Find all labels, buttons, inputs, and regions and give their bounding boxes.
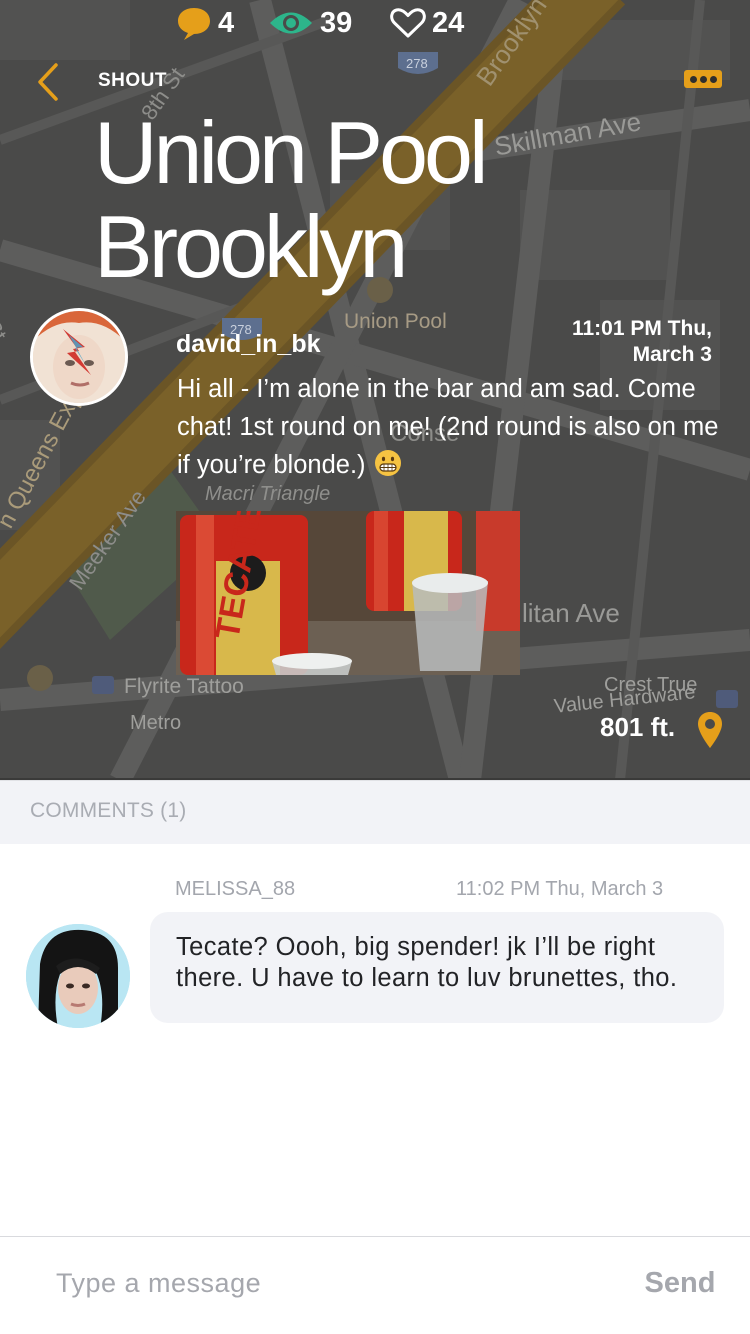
map-label: litan Ave: [522, 598, 620, 628]
send-button[interactable]: Send: [630, 1267, 730, 1300]
venue-title: Union Pool Brooklyn: [94, 106, 614, 294]
heart-icon: [390, 8, 426, 38]
section-label: SHOUT: [98, 70, 167, 91]
route-shield-label: 278: [406, 56, 428, 71]
view-count-value: 39: [320, 6, 353, 39]
comment-timestamp: 11:02 PM Thu, March 3: [456, 878, 664, 900]
avatar-image: [26, 924, 130, 1028]
comment-bubble: Tecate? Oooh, big spender! jk I’ll be ri…: [150, 912, 724, 1023]
map-label: Macri Triangle: [205, 483, 331, 505]
comment-item: MELISSA_88 11:02 PM Thu, March 3 Tecate?…: [0, 844, 750, 1044]
comments-title: COMMENTS (1): [30, 799, 187, 822]
like-count-value: 24: [432, 6, 465, 39]
chevron-left-icon: [38, 63, 58, 101]
message-input[interactable]: [56, 1259, 596, 1307]
avatar-image: [33, 311, 125, 403]
map-label: Metro: [130, 712, 182, 734]
venue-title-line2: Brooklyn: [94, 197, 408, 296]
like-button[interactable]: 24: [390, 0, 464, 46]
comment-username[interactable]: MELISSA_88: [175, 878, 295, 901]
post-photo[interactable]: TECATE: [176, 511, 520, 675]
post-timestamp: 11:01 PM Thu, March 3: [571, 317, 712, 366]
view-count: 39: [268, 0, 352, 46]
comment-count[interactable]: 4: [176, 0, 234, 46]
post-text: Hi all - I’m alone in the bar and am sad…: [177, 375, 719, 479]
more-options-button[interactable]: [684, 70, 722, 88]
comment-bubble-icon: [178, 8, 210, 40]
venue-title-line1: Union Pool: [94, 103, 489, 202]
map-label: Union Pool: [344, 310, 447, 333]
message-composer: Send: [0, 1236, 750, 1334]
commenter-avatar[interactable]: [26, 924, 130, 1028]
comments-header: COMMENTS (1): [0, 780, 750, 844]
map-header: Skillman Ave Union Pool Macri Triangle n…: [0, 0, 750, 780]
shout-detail-screen: Skillman Ave Union Pool Macri Triangle n…: [0, 0, 750, 1334]
map-label: Flyrite Tattoo: [124, 675, 244, 698]
grin-emoji-icon: [374, 450, 401, 476]
author-name[interactable]: david_in_bk: [176, 330, 321, 359]
more-dots-icon: [689, 75, 697, 83]
eye-icon: [270, 12, 312, 34]
comment-text: Tecate? Oooh, big spender! jk I’ll be ri…: [176, 933, 678, 992]
author-avatar[interactable]: [30, 308, 128, 406]
post-body: Hi all - I’m alone in the bar and am sad…: [177, 370, 722, 484]
comment-count-value: 4: [218, 6, 235, 39]
back-button[interactable]: [28, 60, 68, 104]
beer-cans-image: TECATE: [176, 511, 520, 675]
location-pin-icon[interactable]: [696, 710, 724, 750]
distance-value: 801 ft.: [600, 712, 676, 742]
